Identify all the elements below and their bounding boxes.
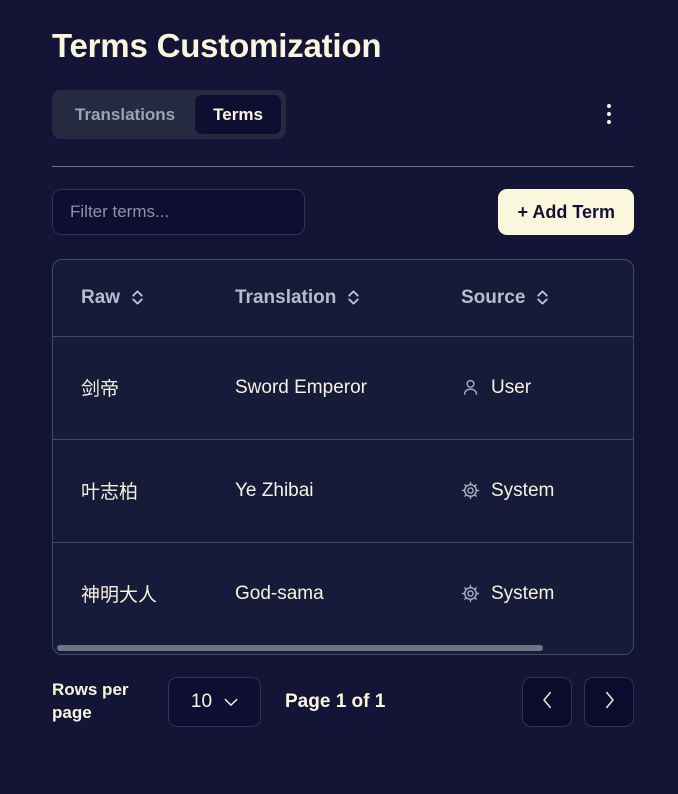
terms-table: Raw Translation Source 剑帝 Sword Emperor … [53, 260, 633, 645]
toolbar: + Add Term [52, 189, 634, 236]
pagination-bar: Rows per page 10 Page 1 of 1 [52, 677, 634, 728]
terms-customization-page: Terms Customization Translations Terms +… [0, 0, 678, 794]
sort-icon[interactable] [536, 289, 549, 306]
cell-raw: 叶志柏 [53, 439, 207, 543]
column-header-translation-label: Translation [235, 286, 337, 308]
tab-group: Translations Terms [52, 89, 286, 140]
section-divider [52, 166, 634, 168]
table-body: 剑帝 Sword Emperor User 叶志柏 Ye Zhibai Syst… [53, 336, 633, 645]
add-term-button[interactable]: + Add Term [498, 189, 634, 236]
table-row[interactable]: 神明大人 God-sama System [53, 542, 633, 645]
sort-icon[interactable] [347, 289, 360, 306]
chevron-down-icon [224, 691, 238, 713]
next-page-button[interactable] [584, 677, 634, 728]
page-status: Page 1 of 1 [285, 691, 386, 713]
cell-source: System [433, 542, 633, 645]
source-label: System [491, 582, 555, 604]
chevron-left-icon [542, 691, 553, 714]
rows-per-page-select[interactable]: 10 [168, 677, 261, 728]
gear-icon [461, 481, 480, 500]
cell-source: User [433, 336, 633, 440]
tabs-row: Translations Terms [52, 89, 634, 140]
pagination-nav-group [522, 677, 634, 728]
kebab-dot [607, 120, 611, 125]
gear-icon [461, 584, 480, 603]
tab-terms[interactable]: Terms [195, 94, 281, 135]
cell-raw: 神明大人 [81, 585, 158, 607]
rows-per-page-label: Rows per page [52, 680, 129, 723]
kebab-menu-icon[interactable] [594, 97, 624, 131]
chevron-right-icon [604, 691, 615, 714]
tab-translations[interactable]: Translations [57, 95, 193, 135]
table-header: Raw Translation Source [53, 260, 633, 337]
page-title: Terms Customization [52, 27, 382, 64]
table-row[interactable]: 叶志柏 Ye Zhibai System [53, 439, 633, 543]
user-icon [461, 378, 480, 397]
filter-terms-input[interactable] [52, 189, 305, 236]
cell-translation: Ye Zhibai [207, 439, 433, 543]
column-header-source-label: Source [461, 286, 526, 308]
kebab-dot [607, 104, 611, 109]
table-header-row: Raw Translation Source [53, 260, 633, 337]
sort-icon[interactable] [131, 289, 144, 306]
column-header-source[interactable]: Source [433, 260, 633, 337]
column-header-translation[interactable]: Translation [207, 260, 433, 337]
terms-table-container: Raw Translation Source 剑帝 Sword Emperor … [52, 259, 634, 656]
column-header-raw[interactable]: Raw [53, 260, 207, 337]
table-row[interactable]: 剑帝 Sword Emperor User [53, 336, 633, 440]
rows-per-page-value: 10 [190, 691, 213, 713]
kebab-dot [607, 112, 611, 117]
cell-translation: God-sama [235, 582, 324, 604]
scrollbar-thumb[interactable] [57, 645, 544, 652]
table-horizontal-scrollbar[interactable] [53, 645, 633, 655]
previous-page-button[interactable] [522, 677, 572, 728]
source-label: User [491, 376, 532, 398]
cell-translation: Sword Emperor [207, 336, 433, 440]
source-label: System [491, 479, 555, 501]
cell-source: System [433, 439, 633, 543]
column-header-raw-label: Raw [81, 286, 121, 308]
cell-raw: 剑帝 [53, 336, 207, 440]
